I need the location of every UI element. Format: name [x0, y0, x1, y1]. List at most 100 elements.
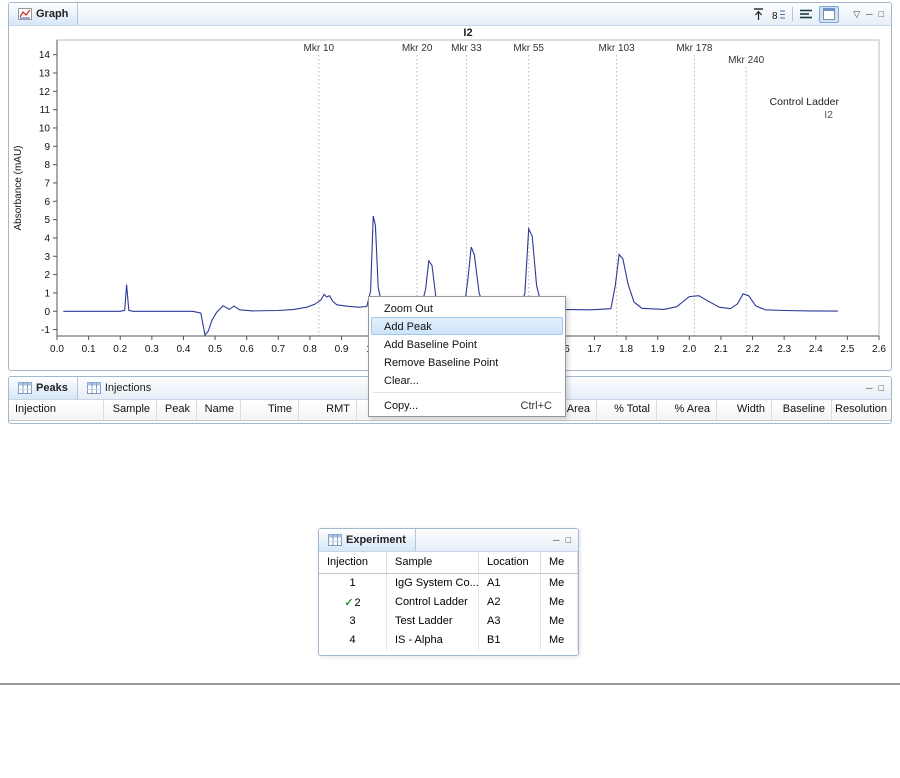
- menu-item-copy[interactable]: Copy... Ctrl+C: [371, 396, 563, 414]
- menu-item-label: Add Peak: [384, 321, 432, 333]
- view-menu-icon[interactable]: ▽: [853, 9, 860, 20]
- marker-number-icon[interactable]: 8: [771, 6, 786, 22]
- overlay-lines-icon[interactable]: [799, 6, 813, 22]
- peaks-column-peak[interactable]: Peak: [157, 400, 197, 420]
- svg-text:Mkr 240: Mkr 240: [728, 55, 765, 66]
- peaks-column-resolution[interactable]: Resolution: [832, 400, 891, 420]
- svg-text:9: 9: [44, 142, 50, 153]
- menu-item-label: Clear...: [384, 375, 419, 387]
- experiment-cell-method: Me: [541, 574, 578, 593]
- experiment-cell-injection: 4: [319, 631, 387, 650]
- graph-tabbar: Graph 8 ▽ ─ □: [9, 3, 891, 26]
- graph-toolbar: 8 ▽ ─ □: [752, 3, 891, 25]
- svg-text:5: 5: [44, 215, 50, 226]
- experiment-cell-injection: ✓2: [319, 593, 387, 612]
- tab-graph-label: Graph: [36, 8, 69, 20]
- svg-text:0.0: 0.0: [50, 344, 64, 355]
- experiment-cell-location: A3: [479, 612, 541, 631]
- peaks-column-width[interactable]: Width: [717, 400, 772, 420]
- autoscale-icon[interactable]: [752, 6, 765, 22]
- peaks-column-baseline[interactable]: Baseline: [772, 400, 832, 420]
- svg-text:8: 8: [44, 160, 50, 171]
- experiment-cell-method: Me: [541, 631, 578, 650]
- svg-text:Mkr 55: Mkr 55: [513, 43, 544, 54]
- svg-text:3: 3: [44, 252, 50, 263]
- maximize-icon[interactable]: □: [566, 535, 571, 545]
- svg-text:2: 2: [44, 270, 50, 281]
- peaks-column-total[interactable]: % Total: [597, 400, 657, 420]
- menu-item-zoom-out[interactable]: Zoom Out: [371, 299, 563, 317]
- horizontal-rule: [0, 683, 900, 685]
- experiment-tabbar: Experiment ─ □: [319, 529, 578, 552]
- single-graph-toggle-icon[interactable]: [819, 5, 840, 23]
- experiment-cell-method: Me: [541, 612, 578, 631]
- graph-tab-icon: [18, 8, 32, 20]
- menu-item-remove-baseline-point[interactable]: Remove Baseline Point: [371, 353, 563, 371]
- experiment-row[interactable]: ✓2 Control Ladder A2 Me: [319, 593, 578, 612]
- svg-text:Absorbance (mAU): Absorbance (mAU): [13, 145, 24, 230]
- menu-item-clear[interactable]: Clear...: [371, 371, 563, 389]
- svg-text:0.8: 0.8: [303, 344, 317, 355]
- check-icon: ✓: [344, 597, 354, 609]
- tab-label: Injections: [104, 382, 152, 394]
- svg-text:0.1: 0.1: [82, 344, 96, 355]
- svg-text:1.9: 1.9: [651, 344, 665, 355]
- minimize-icon[interactable]: ─: [866, 9, 872, 19]
- svg-text:Mkr 103: Mkr 103: [599, 43, 636, 54]
- experiment-column-me[interactable]: Me: [541, 552, 578, 573]
- experiment-cell-sample: Control Ladder: [387, 593, 479, 612]
- menu-item-label: Add Baseline Point: [384, 339, 477, 351]
- svg-text:0.5: 0.5: [208, 344, 222, 355]
- tab-experiment[interactable]: Experiment: [319, 529, 416, 551]
- svg-text:1.8: 1.8: [619, 344, 633, 355]
- svg-text:0.4: 0.4: [177, 344, 191, 355]
- peaks-column-area[interactable]: % Area: [657, 400, 717, 420]
- svg-text:0.2: 0.2: [113, 344, 127, 355]
- experiment-cell-sample: Test Ladder: [387, 612, 479, 631]
- peaks-column-sample[interactable]: Sample: [104, 400, 157, 420]
- table-icon: [18, 382, 32, 394]
- svg-text:14: 14: [39, 50, 51, 61]
- injection-number: 3: [349, 615, 356, 627]
- minimize-icon[interactable]: ─: [553, 535, 559, 545]
- experiment-cell-injection: 1: [319, 574, 387, 593]
- svg-text:I2: I2: [463, 27, 472, 39]
- graph-window-controls: ▽ ─ □: [853, 9, 884, 20]
- peaks-column-name[interactable]: Name: [197, 400, 241, 420]
- peaks-column-time[interactable]: Time: [241, 400, 299, 420]
- svg-text:1.7: 1.7: [588, 344, 602, 355]
- experiment-column-injection[interactable]: Injection: [319, 552, 387, 573]
- menu-item-label: Remove Baseline Point: [384, 357, 499, 369]
- svg-text:Control Ladder: Control Ladder: [770, 96, 840, 108]
- experiment-row[interactable]: 4 IS - Alpha B1 Me: [319, 631, 578, 650]
- experiment-table: Injection Sample Location Me 1 IgG System Co.…: [319, 552, 578, 650]
- svg-text:2.6: 2.6: [872, 344, 886, 355]
- tab-injections[interactable]: Injections: [78, 377, 160, 399]
- tab-peaks[interactable]: Peaks: [9, 377, 78, 399]
- peaks-column-injection[interactable]: Injection: [9, 400, 104, 420]
- svg-text:Mkr 33: Mkr 33: [451, 43, 482, 54]
- minimize-icon[interactable]: ─: [866, 383, 872, 393]
- toolbar-separator: [792, 7, 794, 21]
- svg-text:10: 10: [39, 123, 51, 134]
- maximize-icon[interactable]: □: [879, 9, 884, 19]
- peaks-window-controls: ─ □: [866, 383, 884, 393]
- tab-graph[interactable]: Graph: [9, 3, 79, 25]
- tab-label: Peaks: [36, 382, 68, 394]
- experiment-column-sample[interactable]: Sample: [387, 552, 479, 573]
- menu-item-add-peak[interactable]: Add Peak: [371, 317, 563, 335]
- maximize-icon[interactable]: □: [879, 383, 884, 393]
- experiment-column-location[interactable]: Location: [479, 552, 541, 573]
- window-glyph: [823, 8, 836, 20]
- svg-text:-1: -1: [41, 325, 50, 336]
- peaks-column-rmt[interactable]: RMT: [299, 400, 357, 420]
- svg-text:2.2: 2.2: [746, 344, 760, 355]
- experiment-row[interactable]: 3 Test Ladder A3 Me: [319, 612, 578, 631]
- experiment-cell-location: A1: [479, 574, 541, 593]
- experiment-window-controls: ─ □: [553, 535, 571, 545]
- svg-text:4: 4: [44, 233, 50, 244]
- menu-item-add-baseline-point[interactable]: Add Baseline Point: [371, 335, 563, 353]
- svg-text:0.7: 0.7: [271, 344, 285, 355]
- experiment-toolbar: ─ □: [545, 529, 578, 551]
- experiment-row[interactable]: 1 IgG System Co... A1 Me: [319, 574, 578, 593]
